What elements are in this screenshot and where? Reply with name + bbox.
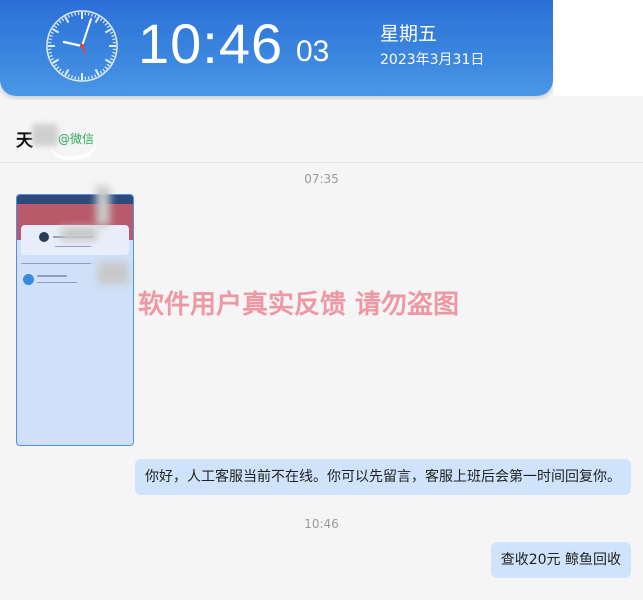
digital-time: 10:46 — [138, 12, 284, 75]
clock-tick — [99, 70, 103, 74]
clock-tick — [112, 38, 116, 41]
clock-tick — [54, 25, 58, 29]
clock-tick — [50, 31, 54, 34]
clock-tick — [111, 55, 115, 58]
clock-tick — [106, 63, 110, 67]
clock-tick — [87, 12, 90, 16]
clock-tick — [70, 13, 73, 17]
contact-name[interactable]: 天 — [16, 126, 33, 151]
clock-tick — [87, 76, 90, 80]
thumbnail-blue-icon — [23, 274, 34, 285]
clock-tick — [70, 75, 73, 79]
clock-banner: 10:46 03 星期五 2023年3月31日 — [0, 0, 553, 96]
message-timestamp: 07:35 — [304, 172, 339, 186]
clock-tick — [48, 51, 52, 54]
clock-tick — [110, 31, 114, 34]
clock-tick — [52, 58, 60, 64]
clock-tick — [56, 22, 60, 26]
clock-tick — [58, 20, 62, 24]
clock-tick — [54, 63, 58, 67]
thumbnail-text-line — [55, 246, 91, 247]
clock-tick — [61, 70, 65, 74]
analog-clock-icon — [46, 10, 118, 82]
clock-tick — [94, 74, 97, 78]
thumbnail-text-line — [37, 275, 67, 277]
image-redaction — [98, 262, 128, 284]
clock-tick — [67, 14, 70, 18]
outgoing-message-bubble[interactable]: 你好，人工客服当前不在线。你可以先留言，客服上班后会第一时间回复你。 — [135, 459, 631, 495]
clock-tick — [91, 13, 94, 17]
outgoing-message-bubble[interactable]: 查收20元 鲸鱼回收 — [490, 542, 631, 578]
clock-tick — [106, 25, 110, 29]
redaction-stroke — [49, 137, 99, 163]
date-label: 2023年3月31日 — [380, 52, 485, 68]
clock-tick — [50, 58, 54, 61]
chat-header: 天 @微信 — [0, 100, 643, 163]
message-timestamp: 10:46 — [304, 517, 339, 531]
clock-tick — [64, 16, 70, 24]
clock-tick — [104, 22, 108, 26]
clock-tick — [48, 38, 52, 41]
clock-tick — [102, 68, 106, 72]
clock-tick — [104, 58, 112, 64]
clock-tick — [94, 14, 97, 18]
clock-tick — [49, 34, 53, 37]
clock-tick — [64, 68, 70, 76]
clock-tick — [56, 66, 60, 70]
thumbnail-text-line — [37, 282, 77, 283]
clock-tick — [49, 55, 53, 58]
clock-tick — [110, 58, 114, 61]
clock-tick — [74, 76, 77, 80]
weekday-label: 星期五 — [380, 23, 438, 45]
clock-tick — [102, 20, 106, 24]
image-redaction — [96, 186, 110, 226]
clock-tick — [67, 74, 70, 78]
clock-tick — [61, 18, 65, 22]
top-right-blank — [553, 0, 643, 96]
clock-tick — [94, 16, 100, 24]
clock-tick — [99, 18, 103, 22]
digital-seconds: 03 — [296, 35, 330, 68]
clock-tick — [104, 28, 112, 34]
clock-tick — [58, 68, 62, 72]
watermark-text: 软件用户真实反馈 请勿盗图 — [138, 290, 460, 320]
clock-tick — [94, 68, 100, 76]
thumbnail-avatar — [39, 232, 49, 242]
clock-tick — [112, 51, 116, 54]
thumbnail-redaction — [61, 227, 97, 241]
clock-tick — [111, 34, 115, 37]
clock-tick — [74, 12, 77, 16]
image-message[interactable] — [16, 194, 134, 446]
thumbnail-text-line — [21, 263, 91, 264]
clock-tick — [52, 28, 60, 34]
clock-tick — [91, 75, 94, 79]
thumbnail-statusbar — [17, 195, 133, 204]
clock-tick — [104, 66, 108, 70]
